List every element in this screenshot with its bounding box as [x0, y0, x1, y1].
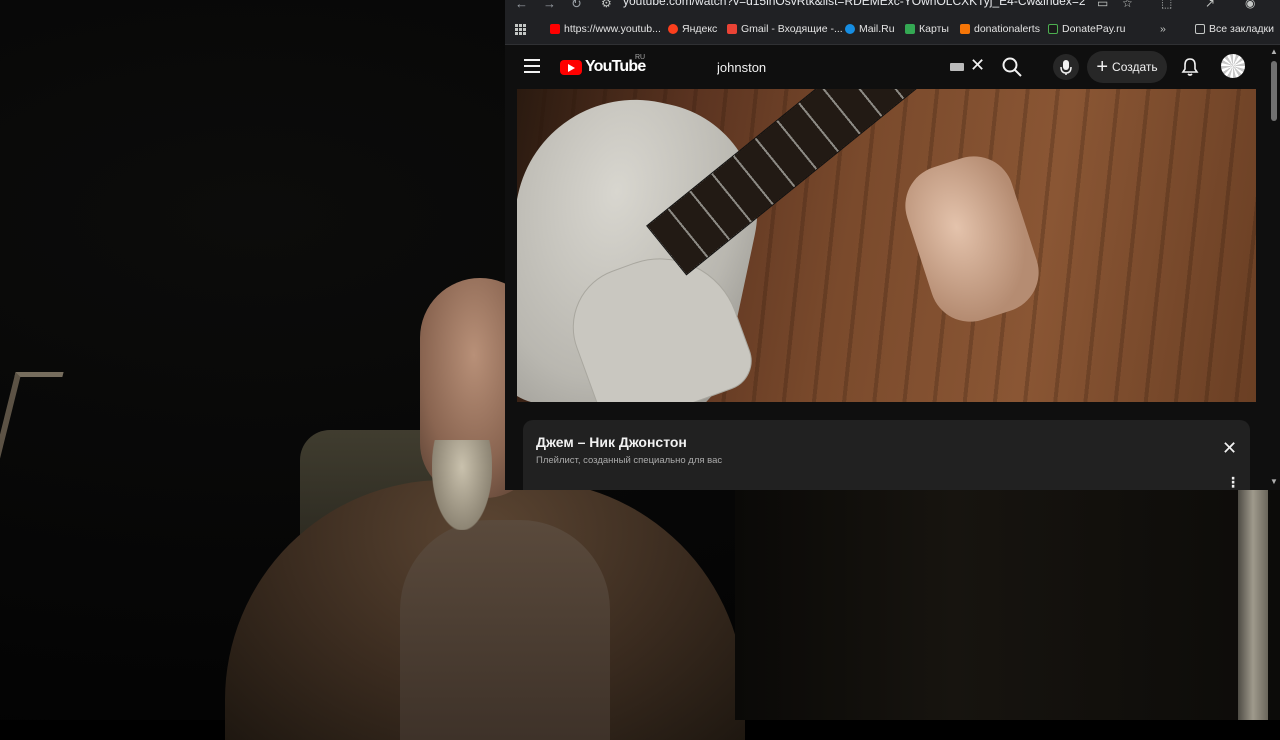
forward-icon[interactable]: →: [543, 0, 556, 11]
bookmark-label: Gmail - Входящие -...: [741, 23, 843, 35]
playlist-panel: Джем – Ник Джонстон Плейлист, созданный …: [523, 420, 1250, 490]
bell-icon: [1181, 58, 1199, 76]
bookmarks-bar: https://www.youtub... Яндекс Gmail - Вхо…: [505, 14, 1280, 45]
person-beard: [432, 440, 492, 530]
lamp-shape: [0, 372, 64, 497]
room-background: [735, 490, 1280, 720]
donatepay-favicon-icon: [1048, 24, 1058, 34]
back-icon[interactable]: ←: [515, 0, 528, 11]
bookmark-label: Яндекс: [682, 23, 718, 35]
microphone-icon: [1060, 60, 1072, 75]
create-button[interactable]: + Создать: [1087, 51, 1167, 83]
scrollbar[interactable]: ▲ ▼: [1268, 45, 1280, 490]
browser-window: ← → ↻ ⚙ youtube.com/watch?v=d15lnOsvRtk&…: [505, 0, 1280, 490]
youtube-favicon-icon: [550, 24, 560, 34]
person-shirt: [400, 520, 610, 740]
scroll-thumb[interactable]: [1271, 61, 1277, 121]
donationalerts-favicon-icon: [960, 24, 970, 34]
more-bookmarks-icon[interactable]: »: [1160, 22, 1166, 36]
reload-icon[interactable]: ↻: [571, 0, 582, 12]
window-light: [1238, 490, 1268, 720]
close-playlist-icon[interactable]: ✕: [1222, 438, 1237, 459]
plus-icon: +: [1096, 56, 1109, 78]
all-bookmarks[interactable]: Все закладки: [1195, 22, 1274, 36]
folder-icon: [1195, 24, 1205, 34]
search-input[interactable]: [705, 53, 990, 81]
star-icon[interactable]: ☆: [1122, 0, 1133, 10]
more-options-icon[interactable]: ⋮: [1226, 474, 1240, 490]
yandex-favicon-icon: [668, 24, 678, 34]
country-code: RU: [635, 54, 646, 61]
search-icon: [1002, 57, 1022, 77]
site-info-icon[interactable]: ⚙: [601, 0, 612, 10]
create-label: Создать: [1112, 60, 1158, 74]
share-icon[interactable]: ↗: [1205, 0, 1215, 10]
youtube-logo[interactable]: YouTube: [560, 58, 646, 76]
avatar[interactable]: [1221, 54, 1245, 78]
voice-search-button[interactable]: [1053, 54, 1079, 80]
bookmark-label: DonatePay.ru: [1062, 23, 1126, 35]
gmail-favicon-icon: [727, 24, 737, 34]
bookmark-donatepay[interactable]: DonatePay.ru: [1048, 22, 1125, 36]
bookmark-label: donationalerts: [974, 23, 1040, 35]
address-bar: ← → ↻ ⚙ youtube.com/watch?v=d15lnOsvRtk&…: [505, 0, 1280, 14]
menu-icon[interactable]: [524, 59, 540, 73]
playlist-subtitle: Плейлист, созданный специально для вас: [536, 455, 723, 466]
bookmark-label: https://www.youtub...: [564, 23, 661, 35]
bookmark-yandex[interactable]: Яндекс: [668, 22, 717, 36]
bookmark-label: Карты: [919, 23, 949, 35]
keyboard-icon[interactable]: [950, 63, 964, 71]
all-bookmarks-label: Все закладки: [1209, 23, 1274, 35]
install-icon[interactable]: ▭: [1097, 0, 1108, 10]
extensions-icon[interactable]: ⬚: [1161, 0, 1172, 10]
bookmark-donationalerts[interactable]: donationalerts: [960, 22, 1040, 36]
apps-icon[interactable]: [515, 22, 526, 36]
youtube-masthead: YouTube RU ✕ + Создать: [505, 45, 1267, 89]
bookmark-youtube[interactable]: https://www.youtub...: [550, 22, 661, 36]
bookmark-mailru[interactable]: Mail.Ru: [845, 22, 895, 36]
profile-icon[interactable]: ◉: [1245, 0, 1255, 10]
url-text[interactable]: youtube.com/watch?v=d15lnOsvRtk&list=RDE…: [623, 0, 1086, 8]
clear-search-icon[interactable]: ✕: [970, 55, 985, 76]
search-button[interactable]: [1001, 56, 1023, 78]
bookmark-maps[interactable]: Карты: [905, 22, 949, 36]
youtube-play-icon: [560, 59, 582, 75]
maps-favicon-icon: [905, 24, 915, 34]
playlist-title[interactable]: Джем – Ник Джонстон: [536, 434, 687, 450]
bookmark-label: Mail.Ru: [859, 23, 895, 35]
scroll-up-icon[interactable]: ▲: [1270, 47, 1278, 56]
notifications-button[interactable]: [1179, 56, 1201, 78]
bookmark-gmail[interactable]: Gmail - Входящие -...: [727, 22, 843, 36]
mailru-favicon-icon: [845, 24, 855, 34]
scroll-down-icon[interactable]: ▼: [1270, 477, 1278, 486]
video-player[interactable]: [517, 89, 1256, 402]
